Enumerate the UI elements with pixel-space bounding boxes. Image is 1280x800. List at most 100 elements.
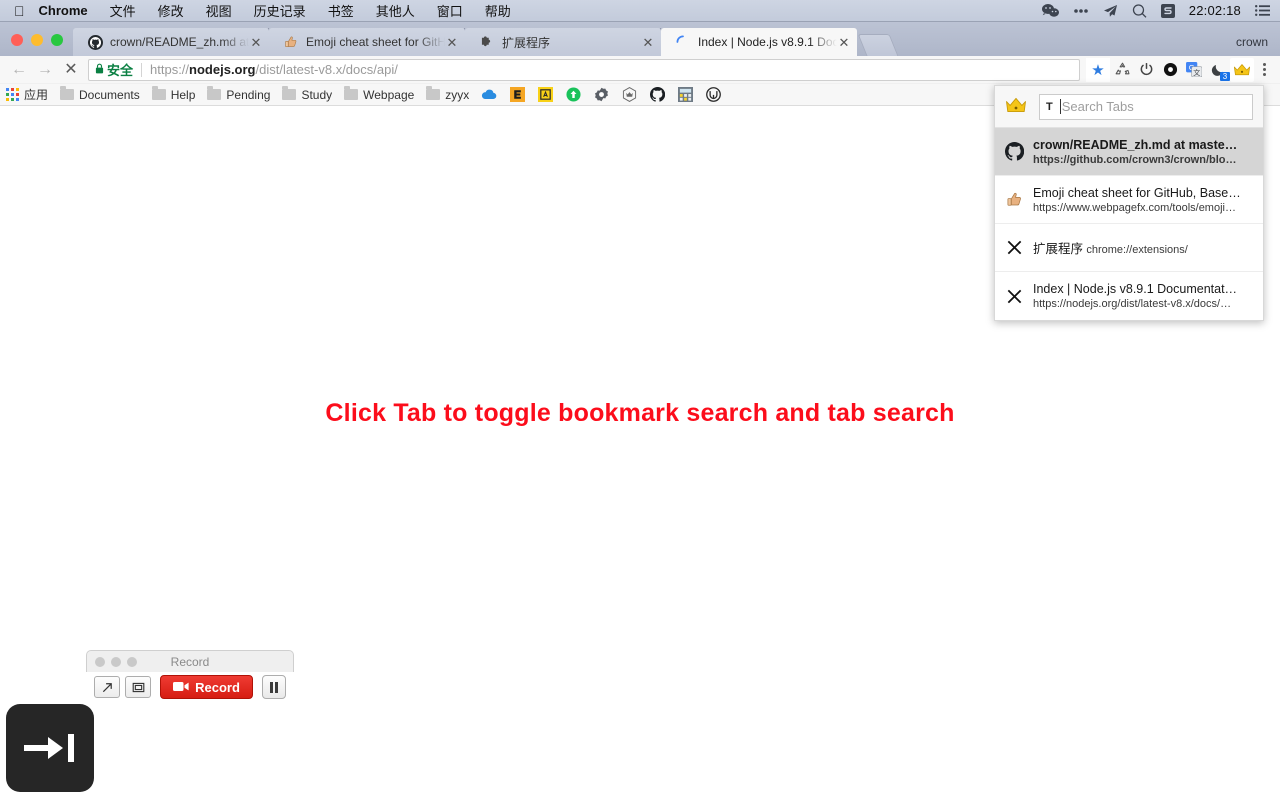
bookmark-green-arrow[interactable]	[565, 87, 581, 103]
browser-tab[interactable]: Emoji cheat sheet for GitHub, E ✕	[269, 28, 465, 56]
bookmark-evernote[interactable]	[509, 87, 525, 103]
crown-extension-icon[interactable]	[1230, 57, 1254, 82]
tab-result-row[interactable]: Emoji cheat sheet for GitHub, Base… http…	[995, 176, 1263, 224]
bookmark-folder-webpage[interactable]: Webpage	[344, 86, 414, 102]
tab-result-row[interactable]: Index | Node.js v8.9.1 Documentat… https…	[995, 272, 1263, 320]
loading-spinner-icon	[675, 34, 691, 50]
menu-item-help[interactable]: 帮助	[485, 1, 511, 20]
bookmark-star-icon[interactable]: ★	[1086, 57, 1110, 82]
close-window-button[interactable]	[11, 34, 23, 46]
result-text: crown/README_zh.md at maste… https://git…	[1033, 138, 1255, 166]
result-url: https://github.com/crown3/crown/blo…	[1033, 153, 1237, 166]
result-url: https://www.webpagefx.com/tools/emoji…	[1033, 201, 1236, 214]
bookmark-folder-study[interactable]: Study	[282, 86, 332, 102]
url-path: /dist/latest-v8.x/docs/api/	[255, 62, 398, 77]
tab-result-row[interactable]: crown/README_zh.md at maste… https://git…	[995, 128, 1263, 176]
search-input[interactable]: T Search Tabs	[1039, 93, 1253, 120]
close-tab-button[interactable]: ✕	[837, 36, 851, 49]
bookmark-folder-help[interactable]: Help	[151, 86, 196, 102]
macos-menubar:  Chrome 文件 修改 视图 历史记录 书签 其他人 窗口 帮助 22:0…	[0, 0, 1280, 22]
extension-badge-count: 3	[1220, 71, 1230, 81]
browser-tab[interactable]: crown/README_zh.md at mast ✕	[73, 28, 269, 56]
pause-icon	[270, 681, 273, 693]
wechat-icon[interactable]	[1041, 4, 1059, 17]
bookmark-apps[interactable]: 应用	[6, 86, 48, 103]
green-arrow-bookmark-icon	[565, 87, 581, 103]
list-menu-icon[interactable]	[1255, 5, 1270, 16]
security-indicator[interactable]: 安全	[95, 60, 133, 79]
close-tab-button[interactable]: ✕	[641, 36, 655, 49]
omnibox-divider	[141, 62, 143, 77]
black-circle-icon[interactable]	[1158, 58, 1182, 82]
result-title: 扩展程序	[1033, 242, 1084, 256]
browser-tab-active[interactable]: Index | Node.js v8.9.1 Documen ✕	[661, 28, 857, 56]
address-bar[interactable]: 安全 https://nodejs.org/dist/latest-v8.x/d…	[88, 58, 1080, 81]
bookmark-label: Documents	[79, 87, 140, 102]
record-button[interactable]: Record	[160, 675, 253, 699]
sogou-input-icon[interactable]	[1160, 3, 1175, 18]
minimize-window-button[interactable]	[31, 34, 43, 46]
bookmark-circle-site[interactable]	[705, 87, 721, 103]
maximize-window-button[interactable]	[51, 34, 63, 46]
bookmark-folder-documents[interactable]: Documents	[60, 86, 140, 102]
bookmark-calculator[interactable]	[677, 87, 693, 103]
menu-item-people[interactable]: 其他人	[376, 1, 415, 20]
bookmark-label: Help	[170, 87, 196, 102]
lock-icon	[95, 63, 104, 77]
result-title: Emoji cheat sheet for GitHub, Base…	[1033, 185, 1241, 200]
browser-tab[interactable]: 扩展程序 ✕	[465, 28, 661, 56]
recorder-titlebar: Record	[86, 650, 294, 672]
recycle-icon[interactable]	[1110, 58, 1134, 82]
gear-bookmark-icon	[593, 87, 609, 103]
tab-title: Index | Node.js v8.9.1 Documen	[698, 35, 837, 49]
forward-button[interactable]: →	[32, 58, 58, 82]
recorder-region-button[interactable]	[125, 676, 151, 698]
moon-icon[interactable]: 3	[1206, 58, 1230, 82]
google-translate-icon[interactable]: G文	[1182, 58, 1206, 82]
bookmark-folder-zyyx[interactable]: zyyx	[426, 86, 469, 102]
github-bookmark-icon	[649, 87, 665, 103]
back-button[interactable]: ←	[6, 58, 32, 82]
yellow-bookmark-icon	[537, 87, 553, 103]
bookmark-cloud[interactable]	[481, 87, 497, 103]
menu-item-edit[interactable]: 修改	[158, 1, 184, 20]
ellipsis-icon[interactable]	[1073, 8, 1089, 14]
chrome-menu-icon[interactable]	[1254, 63, 1274, 76]
folder-icon	[60, 86, 75, 100]
tab-result-row[interactable]: 扩展程序 chrome://extensions/	[995, 224, 1263, 272]
menu-item-chrome[interactable]: Chrome	[39, 3, 88, 18]
menu-item-history[interactable]: 历史记录	[254, 1, 306, 20]
stop-loading-button[interactable]: ✕	[58, 58, 84, 82]
recorder-controls: Record	[86, 672, 294, 702]
bookmark-crown-site[interactable]	[621, 87, 637, 103]
bookmark-yellow-app[interactable]	[537, 87, 553, 103]
bookmark-github-site[interactable]	[649, 87, 665, 103]
bookmark-gear[interactable]	[593, 87, 609, 103]
close-tab-button[interactable]: ✕	[249, 36, 263, 49]
recorder-window-title: Record	[170, 654, 210, 669]
record-button-label: Record	[195, 679, 240, 695]
power-icon[interactable]	[1134, 58, 1158, 82]
profile-name-label[interactable]: crown	[1236, 35, 1280, 56]
result-title: crown/README_zh.md at maste…	[1033, 137, 1238, 152]
menu-item-file[interactable]: 文件	[110, 1, 136, 20]
text-caret	[1059, 99, 1061, 114]
spotlight-search-icon[interactable]	[1132, 3, 1147, 18]
url-text: https://nodejs.org/dist/latest-v8.x/docs…	[150, 62, 398, 77]
result-url: chrome://extensions/	[1086, 244, 1188, 256]
recorder-expand-button[interactable]	[94, 676, 120, 698]
folder-icon	[344, 86, 359, 100]
close-tab-button[interactable]: ✕	[445, 36, 459, 49]
menu-item-bookmarks[interactable]: 书签	[328, 1, 354, 20]
recorder-pause-button[interactable]	[262, 675, 286, 699]
apple-logo-icon[interactable]: 	[14, 4, 25, 18]
folder-icon	[207, 86, 222, 100]
menu-item-window[interactable]: 窗口	[437, 1, 463, 20]
paper-plane-icon[interactable]	[1103, 4, 1118, 18]
url-scheme: https://	[150, 62, 190, 77]
menu-item-view[interactable]: 视图	[206, 1, 232, 20]
bookmark-folder-pending[interactable]: Pending	[207, 86, 270, 102]
menubar-status-area: 22:02:18	[1041, 3, 1280, 18]
new-tab-button[interactable]	[857, 34, 899, 56]
browser-tabstrip: crown/README_zh.md at mast ✕ Emoji cheat…	[0, 22, 1280, 56]
